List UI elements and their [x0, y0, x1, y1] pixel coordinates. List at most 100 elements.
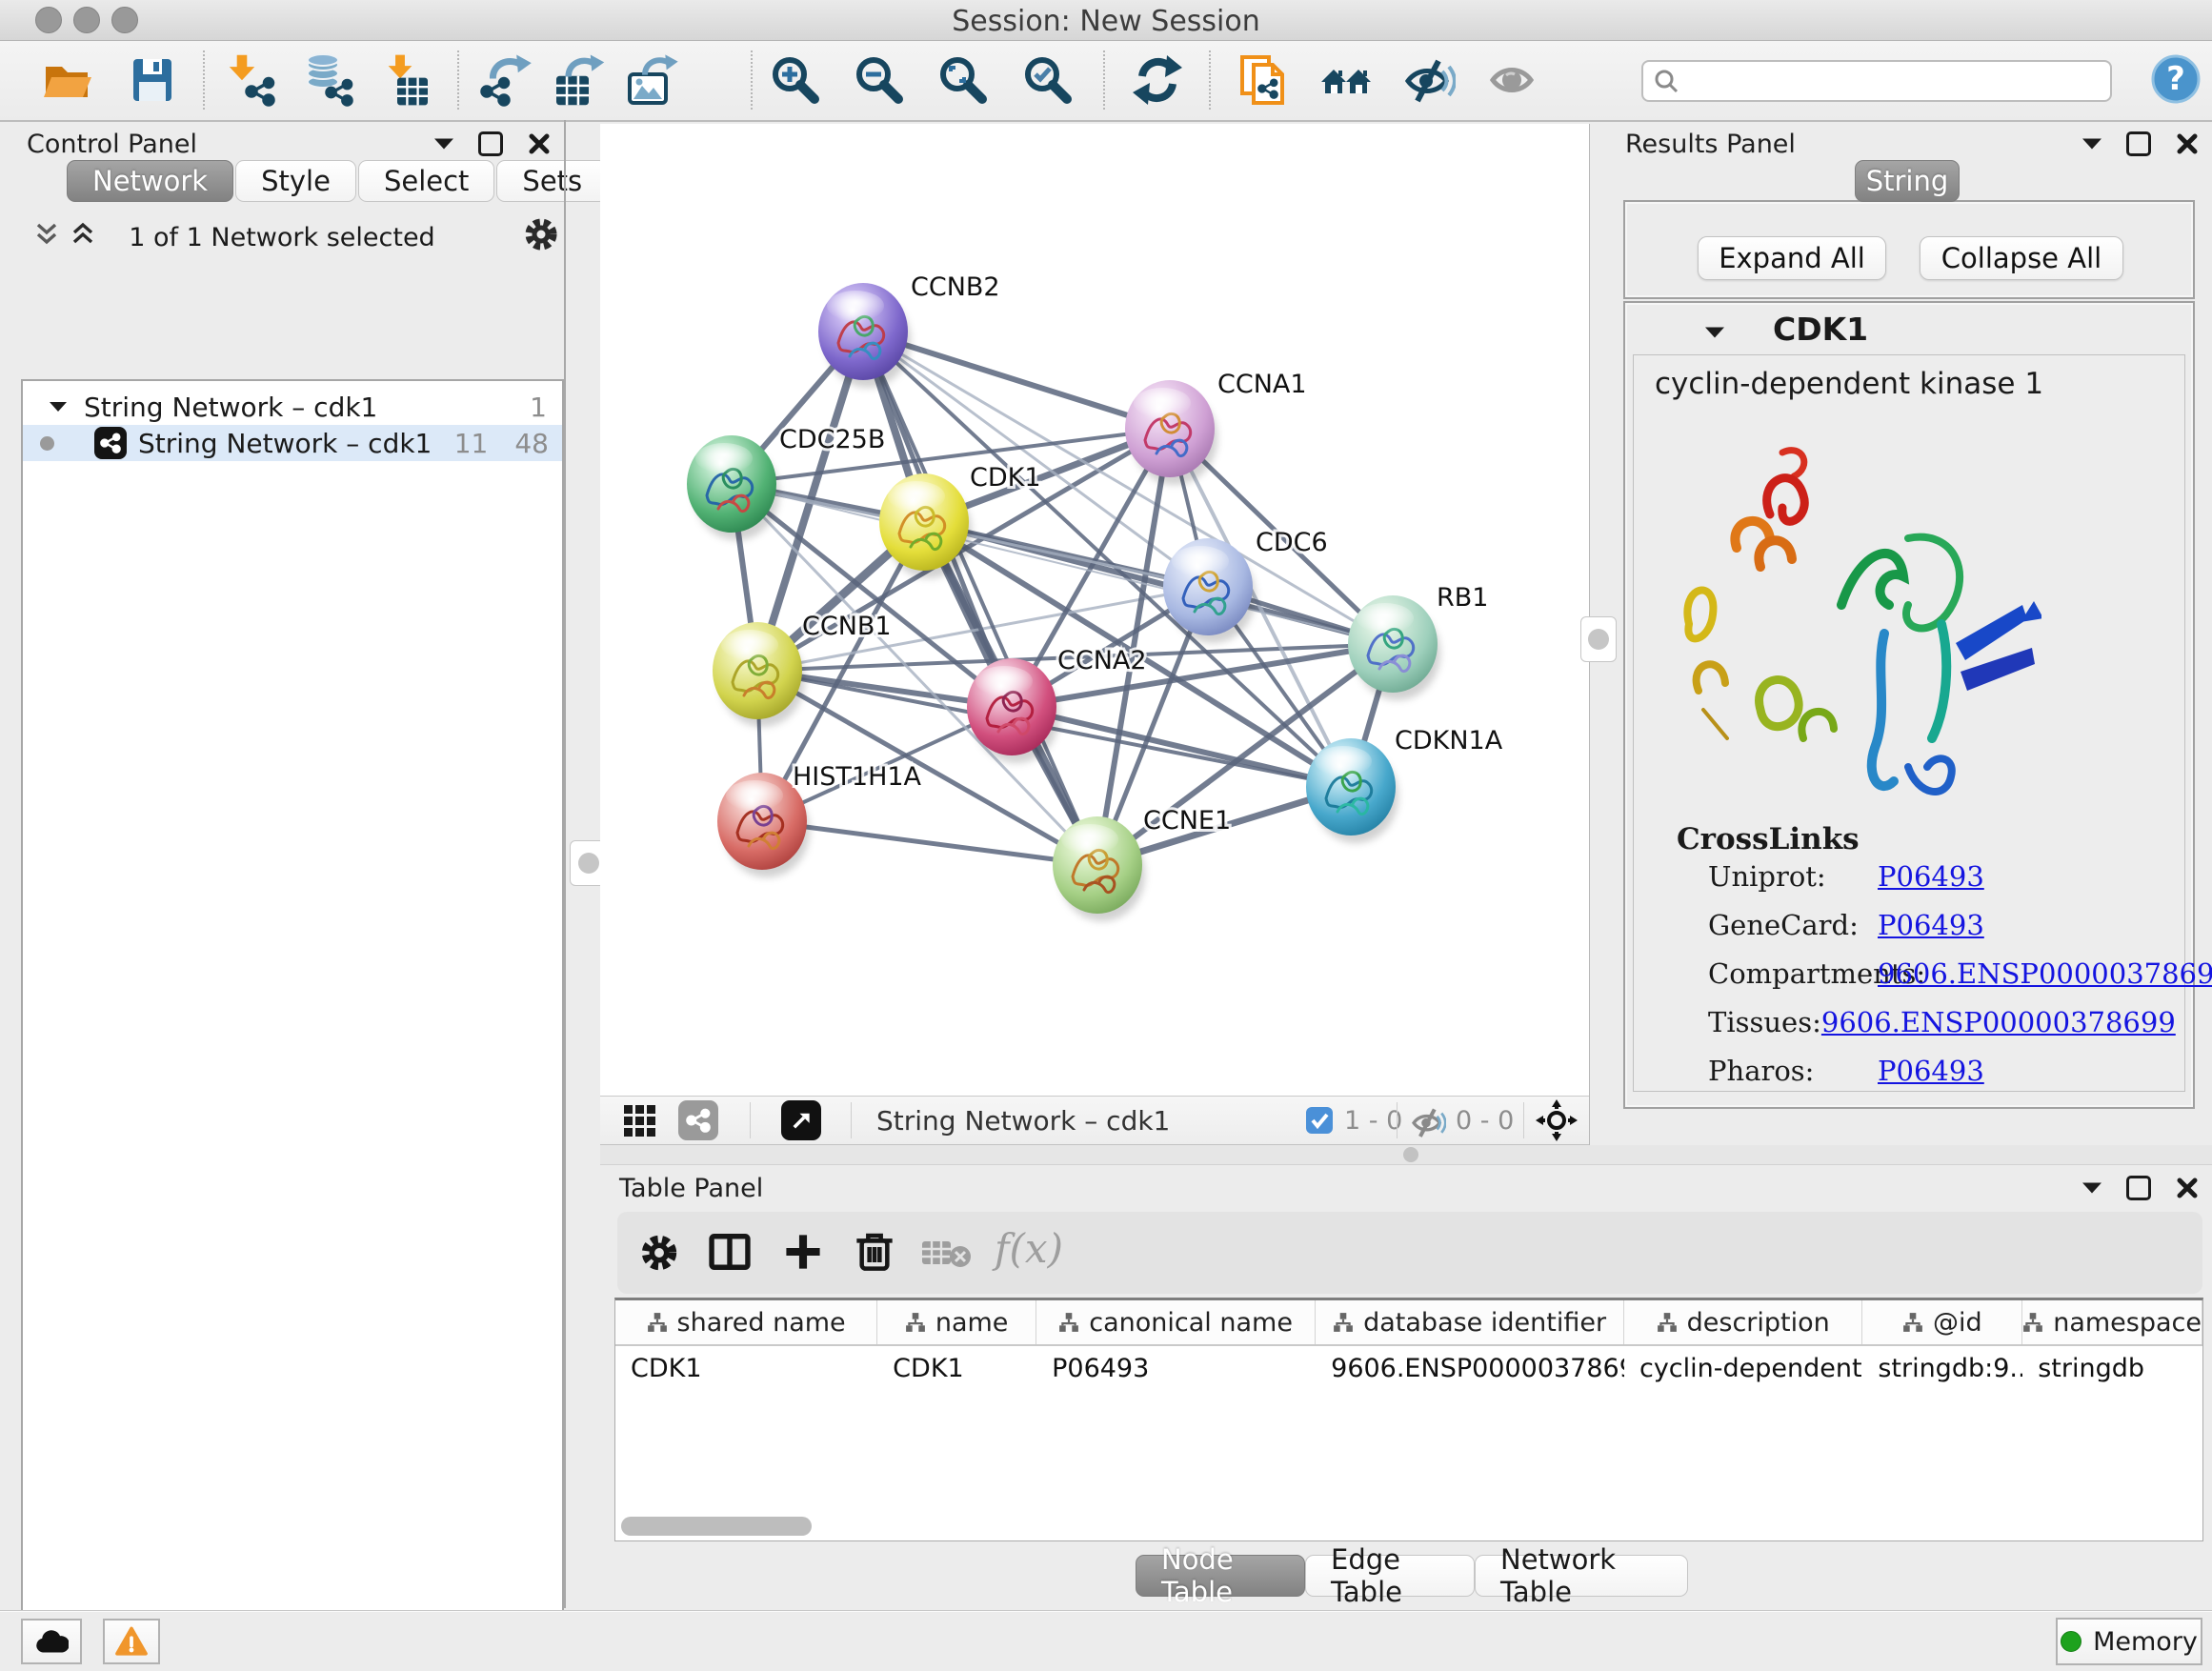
crosslink-value-link[interactable]: P06493 [1878, 860, 1984, 893]
control-tabs: NetworkStyleSelectSets [67, 160, 608, 202]
import-table-icon[interactable] [381, 53, 434, 107]
tab-style[interactable]: Style [235, 160, 356, 202]
equation-builder-icon-disabled: f(x) [995, 1225, 1063, 1272]
selected-checkbox-icon[interactable] [1305, 1106, 1334, 1135]
panel-menu-icon[interactable] [2082, 137, 2101, 151]
close-panel-icon[interactable] [2176, 132, 2199, 155]
hidden-node-edge-counts: 0 - 0 [1456, 1106, 1514, 1136]
memory-button[interactable]: Memory [2056, 1618, 2202, 1665]
crosslink-row: Pharos:P06493 [1708, 1055, 2165, 1087]
node-CCNB1[interactable]: CCNB1 [713, 612, 892, 727]
node-label-CDC25B: CDC25B [779, 425, 885, 454]
export-image-icon[interactable] [626, 53, 679, 107]
node-CDKN1A[interactable]: CDKN1A [1306, 726, 1503, 843]
home-icon[interactable] [1319, 53, 1373, 107]
memory-status-dot [2061, 1631, 2081, 1652]
tab-edge-table[interactable]: Edge Table [1305, 1555, 1475, 1597]
warnings-button[interactable] [103, 1619, 160, 1664]
zoom-fit-icon[interactable] [936, 53, 990, 107]
delete-table-icon-disabled [920, 1236, 974, 1270]
horizontal-splitter-grip[interactable] [1403, 1147, 1418, 1162]
node-HIST1H1A[interactable]: HIST1H1A [717, 762, 922, 877]
toolbar-separator [457, 50, 459, 110]
node-CCNA1[interactable]: CCNA1 [1125, 370, 1307, 485]
column-header-sharedname[interactable]: shared name [615, 1300, 877, 1344]
protein-description: cyclin-dependent kinase 1 [1655, 367, 2043, 401]
help-icon[interactable]: ? [2151, 54, 2201, 104]
zoom-selected-icon[interactable] [1021, 53, 1075, 107]
tab-string[interactable]: String [1855, 160, 1960, 202]
network-row[interactable]: String Network – cdk1 11 48 [23, 425, 562, 461]
right-splitter[interactable] [1589, 124, 1613, 1145]
table-hscrollbar-thumb[interactable] [621, 1517, 812, 1536]
pan-crosshair-icon[interactable] [1536, 1099, 1578, 1141]
node-CCNE1[interactable]: CCNE1 [1053, 806, 1231, 921]
crosslink-value-link[interactable]: P06493 [1878, 909, 1984, 941]
node-RB1[interactable]: RB1 [1348, 583, 1488, 700]
crosslink-value-link[interactable]: P06493 [1878, 1055, 1984, 1087]
detach-view-icon[interactable] [781, 1100, 821, 1140]
crosslink-label: Uniprot: [1708, 860, 1878, 893]
column-header-name[interactable]: name [877, 1300, 1036, 1344]
collapse-protein-icon[interactable] [1705, 326, 1724, 339]
crosslink-value-link[interactable]: 9606.ENSP00000378699 [1821, 1006, 2176, 1038]
table-settings-gear-icon[interactable] [638, 1232, 680, 1274]
expand-all-button[interactable]: Expand All [1698, 236, 1886, 280]
grid-view-icon[interactable] [623, 1104, 657, 1138]
column-header-databaseidentifier[interactable]: database identifier [1316, 1300, 1624, 1344]
edge-CCNE1-HIST1H1A[interactable] [762, 821, 1097, 865]
open-session-icon[interactable] [40, 53, 93, 107]
network-view-title: String Network – cdk1 [876, 1105, 1170, 1137]
node-CDC6[interactable]: CDC6 [1163, 528, 1328, 643]
crosslink-value-link[interactable]: 9606.ENSP00000378699 [1878, 957, 2212, 990]
horizontal-splitter[interactable] [600, 1145, 2212, 1165]
import-network-file-icon[interactable] [224, 53, 277, 107]
warning-icon [114, 1625, 149, 1658]
column-header-namespace[interactable]: namespace [2022, 1300, 2202, 1344]
zoom-in-icon[interactable] [769, 53, 822, 107]
table-cell: CDK1 [877, 1346, 1036, 1390]
export-network-icon[interactable] [478, 53, 532, 107]
left-splitter[interactable] [564, 120, 602, 1608]
search-input[interactable] [1679, 66, 2083, 96]
node-CDC25B[interactable]: CDC25B [687, 425, 885, 540]
show-all-icon[interactable] [1485, 53, 1538, 107]
cloud-status-button[interactable] [21, 1619, 82, 1664]
show-columns-icon[interactable] [708, 1230, 752, 1274]
tab-node-table[interactable]: Node Table [1136, 1555, 1305, 1597]
table-toolbar: f(x) [617, 1212, 2202, 1294]
collapse-icon[interactable] [50, 401, 67, 413]
table-row[interactable]: CDK1CDK1P064939606.ENSP00000378699cyclin… [615, 1346, 2202, 1390]
share-document-icon[interactable] [1238, 53, 1292, 107]
column-header-description[interactable]: description [1624, 1300, 1862, 1344]
node-CCNB2[interactable]: CCNB2 [818, 272, 1000, 388]
panel-menu-icon[interactable] [2082, 1181, 2101, 1195]
birds-eye-view-icon[interactable] [678, 1100, 718, 1140]
float-panel-icon[interactable] [478, 131, 503, 156]
delete-column-icon[interactable] [852, 1228, 897, 1274]
table-cell: stringdb [2022, 1346, 2202, 1390]
tab-network[interactable]: Network [67, 160, 233, 202]
save-session-icon[interactable] [126, 53, 179, 107]
column-header-canonicalname[interactable]: canonical name [1036, 1300, 1316, 1344]
float-panel-icon[interactable] [2126, 131, 2151, 156]
network-options-gear-icon[interactable] [522, 215, 560, 253]
network-collection-row[interactable]: String Network – cdk1 1 [23, 389, 562, 425]
close-panel-icon[interactable] [528, 132, 551, 155]
cytoscape-window: Session: New Session [0, 0, 2212, 1671]
import-network-database-icon[interactable] [302, 53, 355, 107]
search-icon [1653, 68, 1679, 94]
network-graph[interactable]: CCNB2CCNA1CDC25BCDK1CDC6RB1CCNB1CCNA2CDK… [600, 124, 1589, 1096]
tab-network-table[interactable]: Network Table [1475, 1555, 1688, 1597]
close-panel-icon[interactable] [2176, 1177, 2199, 1199]
export-table-icon[interactable] [552, 53, 605, 107]
refresh-icon[interactable] [1131, 53, 1184, 107]
float-panel-icon[interactable] [2126, 1176, 2151, 1200]
panel-menu-icon[interactable] [434, 137, 453, 151]
zoom-out-icon[interactable] [853, 53, 906, 107]
hide-selected-icon[interactable] [1402, 53, 1456, 107]
add-column-icon[interactable] [781, 1230, 825, 1274]
column-header-id[interactable]: @id [1862, 1300, 2022, 1344]
tab-select[interactable]: Select [358, 160, 494, 202]
collapse-all-button[interactable]: Collapse All [1920, 236, 2123, 280]
